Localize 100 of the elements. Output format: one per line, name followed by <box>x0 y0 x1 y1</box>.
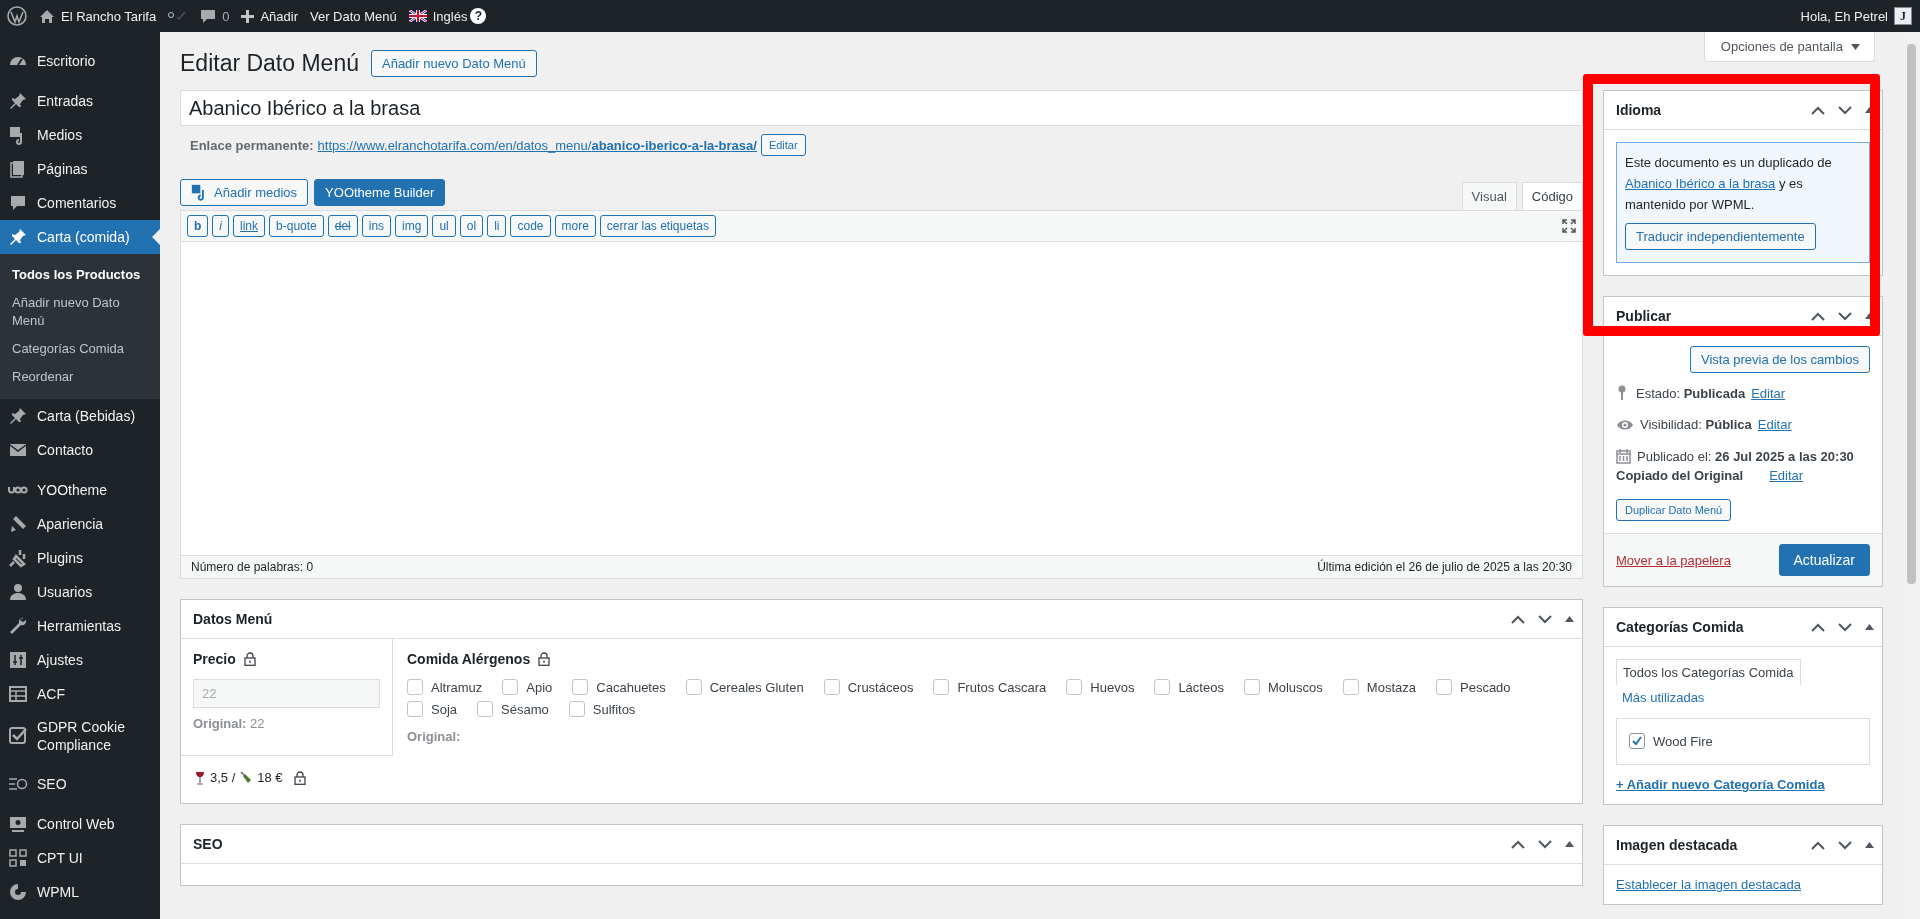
sidebar-item[interactable]: Carta (Bebidas) <box>0 399 160 433</box>
sidebar-item[interactable]: Herramientas <box>0 609 160 643</box>
editor-tab[interactable]: Visual <box>1461 182 1517 210</box>
chevron-down-icon[interactable] <box>1838 622 1852 632</box>
edit-permalink-button[interactable]: Editar <box>760 134 806 156</box>
checkbox[interactable] <box>685 679 702 695</box>
checkbox[interactable] <box>407 701 423 717</box>
category-tab[interactable]: Todos los Categorías Comida <box>1616 659 1801 686</box>
chevron-down-icon[interactable] <box>1838 840 1852 850</box>
preview-button[interactable]: Vista previa de los cambios <box>1690 346 1870 374</box>
checkbox[interactable] <box>1243 679 1260 695</box>
checkbox[interactable] <box>823 679 840 695</box>
quicktag-button[interactable]: del <box>327 215 358 237</box>
view-post-link[interactable]: Ver Dato Menú <box>309 8 397 24</box>
quicktag-button[interactable]: link <box>233 215 266 237</box>
sidebar-item[interactable]: Escritorio <box>0 44 160 78</box>
add-new-button[interactable]: Añadir nuevo Dato Menú <box>371 50 537 77</box>
quicktag-button[interactable]: img <box>395 215 429 237</box>
chevron-down-icon[interactable] <box>1838 105 1852 115</box>
quicktag-button[interactable]: ins <box>361 215 392 237</box>
quicktag-button[interactable]: li <box>487 215 507 237</box>
new-content-link[interactable]: Añadir <box>241 8 298 24</box>
chevron-down-icon[interactable] <box>1538 614 1552 624</box>
chevron-down-icon[interactable] <box>1838 311 1852 321</box>
edit-link[interactable]: Editar <box>1769 468 1804 484</box>
checkbox[interactable] <box>1342 679 1359 695</box>
edit-link[interactable]: Editar <box>1751 385 1786 401</box>
chevron-up-icon[interactable] <box>1811 311 1825 321</box>
quicktag-button[interactable]: i <box>212 215 229 237</box>
collapse-triangle-icon[interactable] <box>1865 624 1874 631</box>
quicktag-button[interactable]: b <box>187 215 209 237</box>
greeting-link[interactable]: Hola, Eh Petrel <box>1800 8 1888 24</box>
help-badge[interactable]: ? <box>470 8 487 24</box>
duplicate-button[interactable]: Duplicar Dato Menú <box>1616 499 1732 522</box>
submenu-item[interactable]: Categorías Comida <box>0 335 160 363</box>
sidebar-item[interactable]: Plugins <box>0 541 160 575</box>
source-post-link[interactable]: Abanico Ibérico a la brasa <box>1625 175 1776 191</box>
sidebar-item[interactable]: Medios <box>0 118 160 152</box>
title-field[interactable]: Abanico Ibérico a la brasa <box>180 90 1583 126</box>
permalink-link[interactable]: https://www.elranchotarifa.com/en/datos_menu/abanico-iberico-a-la-brasa/ <box>317 137 757 153</box>
comments-link[interactable]: 0 <box>200 8 230 24</box>
editor-tab[interactable]: Código <box>1521 182 1583 210</box>
checkbox[interactable] <box>477 701 494 717</box>
chevron-up-icon[interactable] <box>1811 840 1825 850</box>
sidebar-item[interactable]: Entradas <box>0 84 160 118</box>
quicktag-button[interactable]: b-quote <box>269 215 324 237</box>
sidebar-item[interactable]: Carta (comida) <box>0 220 160 254</box>
submenu-item[interactable]: Añadir nuevo Dato Menú <box>0 289 160 335</box>
sidebar-item[interactable]: ACF <box>0 677 160 711</box>
checkbox[interactable] <box>502 679 519 695</box>
update-button[interactable]: Actualizar <box>1778 544 1870 577</box>
chevron-up-icon[interactable] <box>1811 105 1825 115</box>
quicktag-button[interactable]: code <box>510 215 551 237</box>
chevron-up-icon[interactable] <box>1511 839 1525 849</box>
sidebar-item[interactable]: GDPR Cookie Compliance <box>0 711 160 761</box>
avatar[interactable]: J <box>1894 7 1912 25</box>
submenu-item[interactable]: Reordenar <box>0 363 160 391</box>
checkbox[interactable] <box>1154 679 1171 695</box>
collapse-triangle-icon[interactable] <box>1565 616 1574 622</box>
checkbox[interactable] <box>1066 679 1083 695</box>
edit-link[interactable]: Editar <box>1757 417 1792 433</box>
language-switcher[interactable]: Inglés <box>408 8 468 24</box>
quicktag-button[interactable]: ul <box>432 215 456 237</box>
sidebar-item[interactable]: YOOtheme <box>0 473 160 507</box>
chevron-up-icon[interactable] <box>1811 622 1825 632</box>
wordpress-logo-icon[interactable] <box>7 6 27 26</box>
checkbox[interactable] <box>568 701 585 717</box>
scrollbar-thumb[interactable] <box>1907 44 1916 584</box>
add-media-button[interactable]: Añadir medios <box>180 179 309 206</box>
checkbox[interactable] <box>1629 733 1645 750</box>
set-featured-image-link[interactable]: Establecer la imagen destacada <box>1616 877 1801 893</box>
submenu-item[interactable]: Todos los Productos <box>0 261 160 289</box>
sidebar-item[interactable]: Comentarios <box>0 186 160 220</box>
translate-independently-button[interactable]: Traducir independientemente <box>1625 223 1816 251</box>
category-tab[interactable]: Más utilizadas <box>1616 685 1711 711</box>
chevron-up-icon[interactable] <box>1511 614 1525 624</box>
checkbox[interactable] <box>407 679 423 695</box>
sidebar-item[interactable]: Apariencia <box>0 507 160 541</box>
checkbox[interactable] <box>1436 679 1452 695</box>
collapse-triangle-icon[interactable] <box>1865 842 1874 849</box>
site-name-link[interactable]: El Rancho Tarifa <box>39 8 157 24</box>
sidebar-item[interactable]: Contacto <box>0 433 160 467</box>
trash-link[interactable]: Mover a la papelera <box>1616 552 1731 568</box>
collapse-triangle-icon[interactable] <box>1565 841 1574 847</box>
sidebar-item[interactable]: WPML <box>0 875 160 909</box>
quicktag-button[interactable]: cerrar las etiquetas <box>599 215 716 237</box>
add-category-link[interactable]: + Añadir nuevo Categoría Comida <box>1616 777 1825 793</box>
sidebar-item[interactable]: Control Web <box>0 807 160 841</box>
sidebar-item[interactable]: SEO <box>0 767 160 801</box>
checkbox[interactable] <box>933 679 950 695</box>
quicktag-button[interactable]: ol <box>459 215 484 237</box>
chevron-down-icon[interactable] <box>1538 839 1552 849</box>
sidebar-item[interactable]: CPT UI <box>0 841 160 875</box>
builder-button[interactable]: YOOtheme Builder <box>314 179 446 206</box>
fullscreen-icon[interactable] <box>1562 219 1576 233</box>
checkbox[interactable] <box>572 679 589 695</box>
sidebar-item[interactable]: Usuarios <box>0 575 160 609</box>
sidebar-item[interactable]: Ajustes <box>0 643 160 677</box>
quicktag-button[interactable]: more <box>554 215 596 237</box>
screen-options-button[interactable]: Opciones de pantalla <box>1703 32 1875 62</box>
